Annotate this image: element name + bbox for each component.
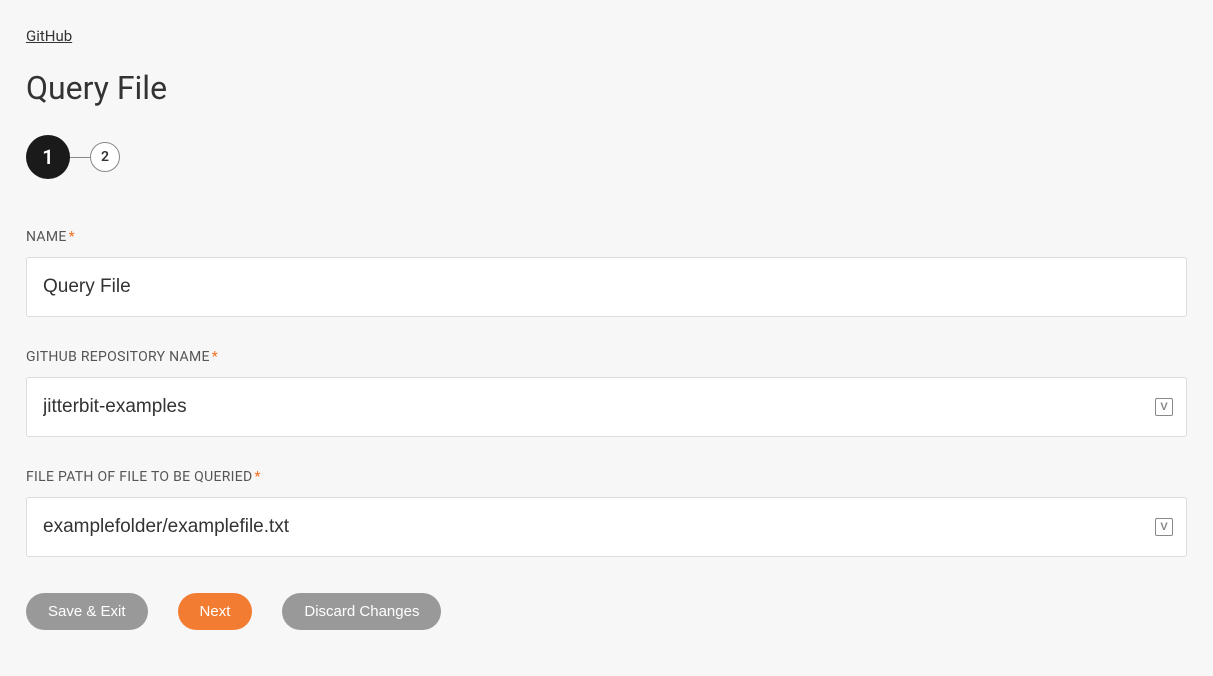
required-mark: * [69,229,75,245]
name-input[interactable] [26,257,1187,317]
form-group-name: NAME* [26,229,1187,317]
filepath-input-wrapper: V [26,497,1187,557]
repo-input-wrapper: V [26,377,1187,437]
name-label-text: NAME [26,229,67,245]
step-1[interactable]: 1 [26,135,70,179]
stepper: 1 2 [26,135,1187,179]
repo-label-text: GITHUB REPOSITORY NAME [26,349,210,365]
discard-changes-button[interactable]: Discard Changes [282,593,441,630]
filepath-label-text: FILE PATH OF FILE TO BE QUERIED [26,469,253,485]
name-input-wrapper [26,257,1187,317]
step-connector [70,157,90,158]
save-exit-button[interactable]: Save & Exit [26,593,148,630]
filepath-label: FILE PATH OF FILE TO BE QUERIED* [26,469,1187,485]
name-label: NAME* [26,229,1187,245]
required-mark: * [255,469,261,485]
variable-icon[interactable]: V [1155,518,1173,536]
variable-icon[interactable]: V [1155,398,1173,416]
button-row: Save & Exit Next Discard Changes [26,593,1187,630]
form-group-repo: GITHUB REPOSITORY NAME* V [26,349,1187,437]
repo-label: GITHUB REPOSITORY NAME* [26,349,1187,365]
step-2[interactable]: 2 [90,142,120,172]
breadcrumb-link[interactable]: GitHub [26,27,72,45]
form-group-filepath: FILE PATH OF FILE TO BE QUERIED* V [26,469,1187,557]
next-button[interactable]: Next [178,593,253,630]
required-mark: * [212,349,218,365]
repo-input[interactable] [26,377,1187,437]
filepath-input[interactable] [26,497,1187,557]
page-title: Query File [26,69,1187,107]
